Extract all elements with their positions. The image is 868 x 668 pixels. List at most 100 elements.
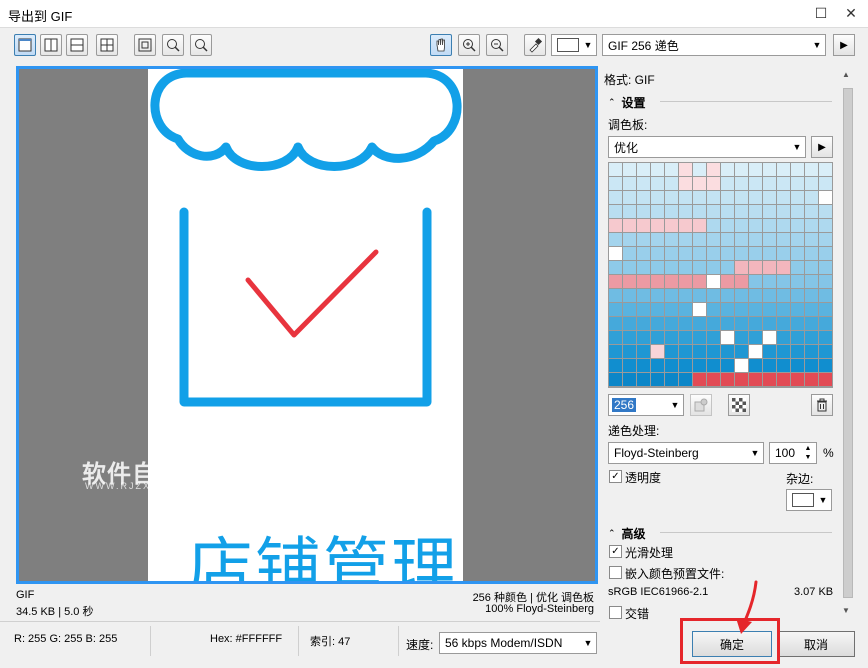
palette-swatch[interactable] — [623, 303, 636, 316]
palette-swatch[interactable] — [707, 219, 720, 232]
palette-swatch[interactable] — [763, 177, 776, 190]
palette-swatch[interactable] — [819, 373, 832, 386]
palette-swatch[interactable] — [623, 345, 636, 358]
palette-swatch[interactable] — [679, 289, 692, 302]
palette-swatch[interactable] — [735, 289, 748, 302]
palette-swatch[interactable] — [707, 205, 720, 218]
palette-swatch[interactable] — [819, 163, 832, 176]
palette-swatch[interactable] — [805, 261, 818, 274]
palette-swatch[interactable] — [637, 303, 650, 316]
palette-swatch[interactable] — [763, 359, 776, 372]
palette-swatch[interactable] — [777, 275, 790, 288]
palette-swatch[interactable] — [777, 233, 790, 246]
palette-swatch[interactable] — [735, 191, 748, 204]
palette-swatch[interactable] — [623, 163, 636, 176]
palette-swatch[interactable] — [721, 345, 734, 358]
palette-swatch[interactable] — [805, 275, 818, 288]
palette-swatch[interactable] — [805, 317, 818, 330]
palette-swatch[interactable] — [791, 289, 804, 302]
palette-swatch[interactable] — [805, 219, 818, 232]
palette-swatch[interactable] — [651, 331, 664, 344]
palette-swatch[interactable] — [651, 177, 664, 190]
embed-profile-checkbox[interactable] — [609, 566, 622, 579]
smooth-checkbox[interactable]: ✓ — [609, 545, 622, 558]
palette-swatch[interactable] — [763, 247, 776, 260]
palette-swatch[interactable] — [609, 275, 622, 288]
palette-swatch[interactable] — [693, 317, 706, 330]
palette-swatch[interactable] — [693, 359, 706, 372]
palette-swatch[interactable] — [665, 205, 678, 218]
palette-swatch[interactable] — [679, 359, 692, 372]
palette-swatch[interactable] — [679, 373, 692, 386]
palette-swatch[interactable] — [749, 261, 762, 274]
palette-swatch[interactable] — [735, 303, 748, 316]
palette-swatch[interactable] — [623, 289, 636, 302]
palette-swatch[interactable] — [651, 275, 664, 288]
palette-swatch[interactable] — [651, 303, 664, 316]
palette-swatch[interactable] — [749, 275, 762, 288]
preview-area[interactable]: 软件自学网 WWW.RJZXW.COM 店铺管理 — [16, 66, 598, 584]
palette-swatch[interactable] — [623, 261, 636, 274]
palette-swatch[interactable] — [693, 219, 706, 232]
palette-swatch[interactable] — [609, 303, 622, 316]
palette-swatch[interactable] — [763, 219, 776, 232]
palette-swatch[interactable] — [721, 289, 734, 302]
palette-swatch[interactable] — [735, 219, 748, 232]
palette-swatch[interactable] — [749, 177, 762, 190]
palette-swatch[interactable] — [721, 359, 734, 372]
palette-swatch[interactable] — [637, 233, 650, 246]
palette-swatch[interactable] — [777, 177, 790, 190]
palette-swatch[interactable] — [763, 373, 776, 386]
palette-swatch[interactable] — [791, 317, 804, 330]
palette-swatch[interactable] — [693, 233, 706, 246]
zoom-out-button[interactable] — [486, 34, 508, 56]
palette-swatch[interactable] — [819, 345, 832, 358]
palette-swatch[interactable] — [749, 373, 762, 386]
palette-swatch[interactable] — [651, 345, 664, 358]
palette-swatch[interactable] — [791, 261, 804, 274]
speed-select[interactable]: 56 kbps Modem/ISDN ▼ — [439, 632, 597, 654]
add-color-button[interactable] — [690, 394, 712, 416]
palette-swatch[interactable] — [651, 205, 664, 218]
palette-swatch[interactable] — [651, 219, 664, 232]
palette-swatch[interactable] — [609, 163, 622, 176]
palette-swatch[interactable] — [763, 233, 776, 246]
palette-swatch[interactable] — [637, 359, 650, 372]
palette-swatch[interactable] — [693, 247, 706, 260]
palette-swatch[interactable] — [721, 177, 734, 190]
palette-select[interactable]: 优化 ▼ — [608, 136, 806, 158]
palette-swatch[interactable] — [679, 275, 692, 288]
palette-swatch[interactable] — [665, 275, 678, 288]
palette-swatch[interactable] — [735, 177, 748, 190]
palette-swatch[interactable] — [637, 219, 650, 232]
palette-swatch[interactable] — [637, 317, 650, 330]
palette-swatch[interactable] — [707, 373, 720, 386]
palette-swatch[interactable] — [707, 331, 720, 344]
palette-swatch[interactable] — [763, 163, 776, 176]
palette-swatch[interactable] — [623, 205, 636, 218]
palette-swatch[interactable] — [749, 163, 762, 176]
palette-swatch[interactable] — [763, 289, 776, 302]
palette-swatch[interactable] — [665, 233, 678, 246]
palette-swatch[interactable] — [623, 359, 636, 372]
palette-swatch[interactable] — [623, 331, 636, 344]
palette-swatch[interactable] — [665, 345, 678, 358]
split-horizontal-button[interactable] — [66, 34, 88, 56]
palette-swatch[interactable] — [707, 233, 720, 246]
palette-swatch[interactable] — [763, 345, 776, 358]
gif-preset-select[interactable]: GIF 256 递色 ▼ — [602, 34, 826, 56]
maximize-button[interactable]: ☐ — [806, 2, 836, 24]
palette-swatch[interactable] — [819, 331, 832, 344]
palette-swatch[interactable] — [679, 233, 692, 246]
palette-swatch[interactable] — [791, 359, 804, 372]
close-button[interactable]: ✕ — [836, 2, 866, 24]
preset-menu-button[interactable]: ▶ — [833, 34, 855, 56]
palette-swatch[interactable] — [693, 177, 706, 190]
palette-swatch[interactable] — [749, 317, 762, 330]
palette-swatch[interactable] — [735, 163, 748, 176]
palette-swatch[interactable] — [805, 303, 818, 316]
palette-swatch[interactable] — [791, 219, 804, 232]
palette-swatch[interactable] — [777, 219, 790, 232]
palette-swatch[interactable] — [749, 345, 762, 358]
palette-swatch[interactable] — [707, 275, 720, 288]
